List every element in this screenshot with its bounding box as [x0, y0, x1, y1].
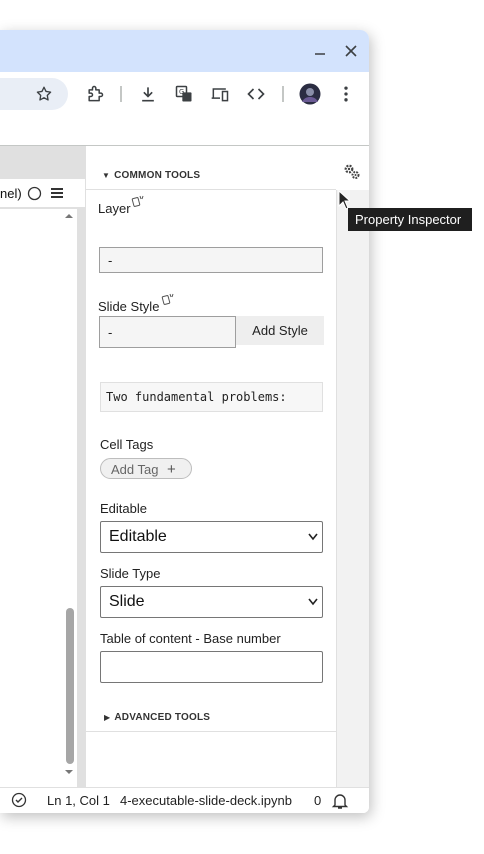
chevron-down-icon: ▼	[102, 171, 111, 180]
chevron-right-icon: ▶	[104, 713, 111, 722]
slide-style-input[interactable]: -	[99, 316, 236, 348]
svg-text:G: G	[179, 88, 184, 96]
chevron-down-icon	[308, 533, 318, 541]
editable-label: Editable	[100, 501, 147, 516]
gears-icon[interactable]	[342, 162, 362, 187]
slide-type-select[interactable]: Slide	[100, 586, 323, 618]
divider	[86, 189, 336, 190]
chevron-down-icon	[308, 598, 318, 606]
status-bar: Ln 1, Col 1 4-executable-slide-deck.ipyn…	[0, 787, 369, 813]
property-inspector-panel: ▼ COMMON TOOLS Layer - Slide Style - Add …	[85, 146, 369, 787]
device-icon[interactable]	[208, 82, 232, 106]
shield-check-icon[interactable]	[11, 792, 27, 811]
bookmarks-bar	[0, 116, 369, 146]
profile-avatar[interactable]	[298, 82, 322, 106]
add-tag-label: Add Tag	[111, 462, 159, 477]
toolbar-separator	[120, 86, 122, 102]
cursor-position[interactable]: Ln 1, Col 1	[47, 793, 110, 808]
minimize-icon[interactable]	[307, 38, 333, 64]
advanced-tools-header[interactable]: ▶ ADVANCED TOOLS	[104, 712, 210, 723]
cell-tags-label: Cell Tags	[100, 437, 154, 452]
more-menu-icon[interactable]	[334, 82, 358, 106]
editable-select-value: Editable	[109, 528, 167, 545]
layer-info-icon	[131, 194, 145, 213]
cell-preview: Two fundamental problems:	[100, 382, 323, 412]
slide-type-label: Slide Type	[100, 566, 161, 581]
divider	[86, 731, 336, 732]
notification-count: 0	[314, 793, 322, 808]
bell-icon[interactable]	[331, 792, 349, 813]
sidebar-strip	[336, 190, 369, 787]
add-tag-button[interactable]: Add Tag +	[100, 458, 192, 479]
browser-window: G nel) ▼ COMMON TOOLS Layer - Slide Styl…	[0, 30, 369, 813]
plus-icon: +	[167, 461, 176, 478]
toolbar-separator	[282, 86, 284, 102]
slide-style-label: Slide Style	[98, 299, 160, 314]
title-bar	[0, 30, 369, 72]
property-inspector-tooltip: Property Inspector	[348, 208, 472, 231]
editable-select[interactable]: Editable	[100, 521, 323, 553]
scrollbar-thumb[interactable]	[66, 608, 74, 764]
slide-style-info-icon	[161, 292, 175, 311]
notebook-panel: nel)	[0, 146, 85, 787]
close-icon[interactable]	[338, 38, 364, 64]
kernel-status-bar: nel)	[0, 179, 85, 207]
file-name[interactable]: 4-executable-slide-deck.ipynb	[120, 793, 292, 808]
scroll-up-icon[interactable]	[64, 212, 74, 220]
browser-toolbar: G	[0, 72, 369, 116]
devtools-icon[interactable]	[244, 82, 268, 106]
menu-lines-icon[interactable]	[50, 186, 64, 205]
toc-base-number-input[interactable]	[100, 651, 323, 683]
address-bar[interactable]	[0, 78, 68, 110]
toc-label: Table of content - Base number	[100, 631, 281, 646]
kernel-idle-icon	[27, 186, 42, 206]
slide-type-select-value: Slide	[109, 593, 145, 610]
translate-icon[interactable]: G	[172, 82, 196, 106]
kernel-name[interactable]: nel)	[0, 186, 22, 201]
add-style-button[interactable]: Add Style	[236, 316, 324, 345]
layer-label: Layer	[98, 201, 131, 216]
scroll-down-icon[interactable]	[64, 768, 74, 776]
extensions-icon[interactable]	[83, 82, 107, 106]
layer-input[interactable]: -	[99, 247, 323, 273]
common-tools-header[interactable]: ▼ COMMON TOOLS	[102, 170, 200, 181]
download-icon[interactable]	[136, 82, 160, 106]
bookmark-star-icon[interactable]	[32, 82, 56, 106]
